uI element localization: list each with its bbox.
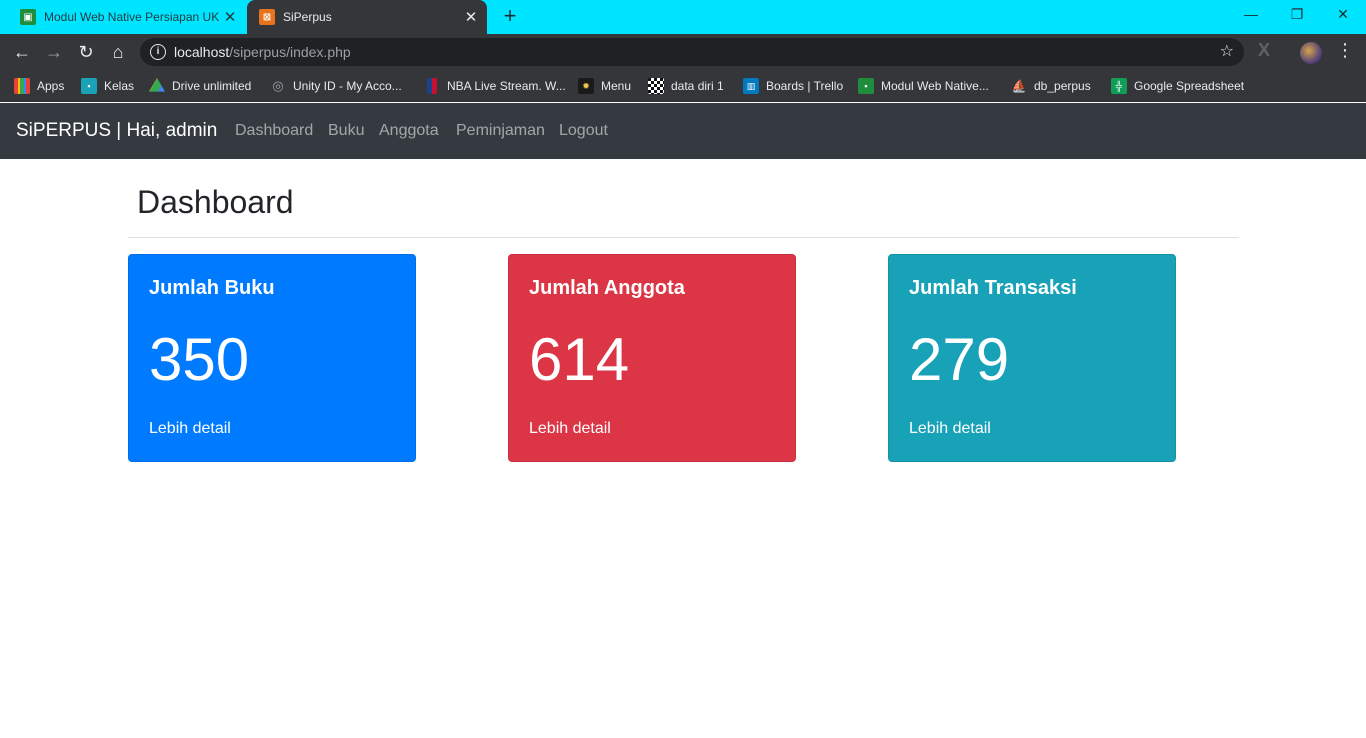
bookmark-trello[interactable]: ▥ Boards | Trello xyxy=(743,76,843,96)
reload-icon[interactable]: ↻ xyxy=(74,40,98,64)
trello-icon: ▥ xyxy=(743,78,759,94)
qr-icon xyxy=(648,78,664,94)
url-host: localhost xyxy=(174,44,230,60)
bookmarks-bar: Apps ▪ Kelas Drive unlimited ◎ Unity ID … xyxy=(0,70,1366,102)
bookmark-label: Apps xyxy=(37,79,65,93)
bookmark-kelas[interactable]: ▪ Kelas xyxy=(81,76,134,96)
card-detail-link[interactable]: Lebih detail xyxy=(149,420,231,438)
bookmark-apps[interactable]: Apps xyxy=(14,76,64,96)
more-menu-icon[interactable]: ⋮ xyxy=(1336,40,1354,61)
card-count: 614 xyxy=(529,326,630,393)
bookmark-label: Google Spreadsheet xyxy=(1134,79,1245,93)
nav-link-dashboard[interactable]: Dashboard xyxy=(235,103,313,159)
bookmark-spreadsheet[interactable]: ╬ Google Spreadsheet xyxy=(1111,76,1244,96)
apps-grid-icon xyxy=(14,78,30,94)
bookmark-label: Boards | Trello xyxy=(766,79,844,93)
card-title: Jumlah Transaksi xyxy=(909,277,1077,299)
url-path: /siperpus/index.php xyxy=(229,44,351,60)
phpmyadmin-icon: ⛵ xyxy=(1011,79,1027,93)
card-jumlah-anggota: Jumlah Anggota 614 Lebih detail xyxy=(508,254,796,462)
google-drive-icon xyxy=(149,78,165,92)
card-title: Jumlah Anggota xyxy=(529,277,685,299)
classroom-icon: ▪ xyxy=(858,78,874,94)
card-jumlah-buku: Jumlah Buku 350 Lebih detail xyxy=(128,254,416,462)
bookmark-label: Kelas xyxy=(104,79,135,93)
url-text[interactable]: localhost/siperpus/index.php xyxy=(174,38,351,66)
address-bar[interactable]: i localhost/siperpus/index.php ☆ xyxy=(140,38,1244,66)
classroom-icon: ▪ xyxy=(81,78,97,94)
browser-tab-strip: ▣ Modul Web Native Persiapan UKK ✕ ⊠ SiP… xyxy=(0,0,1366,34)
forward-arrow-icon[interactable]: → xyxy=(42,40,66,64)
card-title: Jumlah Buku xyxy=(149,277,275,299)
bookmark-label: data diri 1 xyxy=(671,79,724,93)
app-navbar: SiPERPUS | Hai, admin Dashboard Buku Ang… xyxy=(0,103,1366,159)
extension-icon[interactable]: X xyxy=(1258,40,1270,61)
bookmark-db-perpus[interactable]: ⛵ db_perpus xyxy=(1011,76,1091,96)
card-count: 350 xyxy=(149,326,250,393)
card-count: 279 xyxy=(909,326,1010,393)
navbar-brand[interactable]: SiPERPUS | Hai, admin xyxy=(16,103,217,159)
tab-title: Modul Web Native Persiapan UKK xyxy=(44,10,220,24)
close-icon[interactable]: ✕ xyxy=(461,8,481,26)
back-arrow-icon[interactable]: ← xyxy=(10,40,34,64)
page-title: Dashboard xyxy=(137,184,294,220)
card-detail-link[interactable]: Lebih detail xyxy=(529,420,611,438)
bookmark-label: Menu xyxy=(601,79,632,93)
classroom-icon: ▣ xyxy=(20,9,36,25)
minimize-button[interactable]: — xyxy=(1228,0,1274,30)
bookmark-modul[interactable]: ▪ Modul Web Native... xyxy=(858,76,989,96)
bookmark-label: db_perpus xyxy=(1034,79,1091,93)
tab-title: SiPerpus xyxy=(283,10,332,24)
new-tab-button[interactable]: + xyxy=(499,5,521,29)
bookmark-label: Drive unlimited xyxy=(172,79,252,93)
tab-siperpus[interactable]: ⊠ SiPerpus ✕ xyxy=(247,0,487,34)
nav-link-anggota[interactable]: Anggota xyxy=(379,103,439,159)
restore-button[interactable]: ❐ xyxy=(1274,0,1320,30)
nav-link-logout[interactable]: Logout xyxy=(559,103,608,159)
info-icon[interactable]: i xyxy=(150,44,166,60)
nav-link-buku[interactable]: Buku xyxy=(328,103,364,159)
nav-link-peminjaman[interactable]: Peminjaman xyxy=(456,103,545,159)
browser-toolbar: ← → ↻ ⌂ i localhost/siperpus/index.php ☆… xyxy=(0,34,1366,70)
card-jumlah-transaksi: Jumlah Transaksi 279 Lebih detail xyxy=(888,254,1176,462)
bookmark-menu[interactable]: ✹ Menu xyxy=(578,76,631,96)
bookmark-label: Modul Web Native... xyxy=(881,79,989,93)
bookmark-data-diri[interactable]: data diri 1 xyxy=(648,76,724,96)
nba-icon xyxy=(427,78,437,94)
sheets-icon: ╬ xyxy=(1111,78,1127,94)
home-icon[interactable]: ⌂ xyxy=(106,40,130,64)
divider xyxy=(128,237,1239,238)
card-detail-link[interactable]: Lebih detail xyxy=(909,420,991,438)
bookmark-label: Unity ID - My Acco... xyxy=(293,79,402,93)
profile-avatar[interactable] xyxy=(1300,42,1322,64)
window-close-button[interactable]: ✕ xyxy=(1320,0,1366,30)
bookmark-label: NBA Live Stream. W... xyxy=(447,79,566,93)
bookmark-nba[interactable]: NBA Live Stream. W... xyxy=(424,76,566,96)
xampp-icon: ⊠ xyxy=(259,9,275,25)
bookmark-unity[interactable]: ◎ Unity ID - My Acco... xyxy=(270,76,402,96)
tab-modul-web-native[interactable]: ▣ Modul Web Native Persiapan UKK ✕ xyxy=(8,0,246,34)
unity-icon: ◎ xyxy=(272,78,284,93)
bookmark-star-icon[interactable]: ☆ xyxy=(1220,38,1234,66)
menu-icon: ✹ xyxy=(578,78,594,94)
close-icon[interactable]: ✕ xyxy=(220,8,240,26)
bookmark-drive[interactable]: Drive unlimited xyxy=(149,76,251,96)
